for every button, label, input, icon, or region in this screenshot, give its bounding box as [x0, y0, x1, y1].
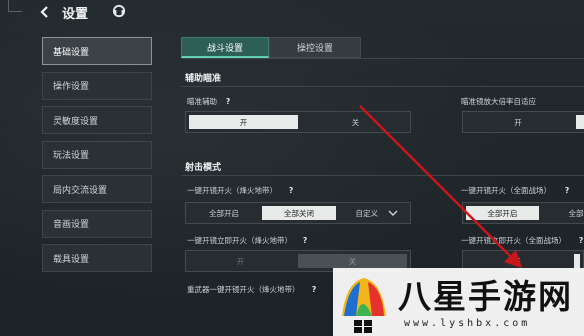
one-key-fire-beacon-selector: 全部开启 全部关闭 自定义 — [185, 202, 411, 224]
tab-label: 战斗设置 — [206, 43, 243, 54]
page-title: 设置 — [62, 7, 89, 22]
sidebar-item-label: 局内交流设置 — [53, 185, 108, 196]
chevron-left-icon — [40, 6, 48, 18]
support-button[interactable] — [112, 4, 126, 18]
aim-assist-off-option[interactable]: 关 — [301, 112, 410, 132]
section-divider — [181, 175, 584, 176]
one-key-fire-full-selector: 全部开启 全部关 — [462, 202, 584, 224]
settings-sidebar: 基础设置 操作设置 灵敏度设置 玩法设置 局内交流设置 音画设置 载具设置 — [42, 37, 152, 279]
sidebar-item-audio-video[interactable]: 音画设置 — [42, 209, 152, 238]
watermark-logo-icon — [342, 278, 386, 333]
scope-adapt-off-option[interactable] — [576, 115, 584, 129]
headset-icon — [112, 4, 126, 18]
back-button[interactable] — [38, 5, 52, 19]
section-divider — [181, 86, 584, 87]
sidebar-item-gameplay[interactable]: 玩法设置 — [42, 140, 152, 169]
sidebar-item-label: 基础设置 — [53, 47, 90, 58]
help-icon[interactable]: ? — [223, 96, 233, 106]
sidebar-item-label: 灵敏度设置 — [53, 116, 99, 127]
option-custom[interactable]: 自定义 — [336, 203, 379, 223]
scope-adapt-on-option[interactable]: 开 — [463, 112, 573, 132]
instant-fire-beacon-label: 一键开镜立即开火（烽火地带） — [187, 236, 292, 245]
sidebar-item-communication[interactable]: 局内交流设置 — [42, 175, 152, 203]
corner-decoration — [8, 0, 22, 12]
sidebar-item-vehicle[interactable]: 载具设置 — [42, 244, 152, 272]
instant-fire-off-option[interactable]: 关 — [298, 254, 407, 268]
tab-label: 操控设置 — [296, 44, 333, 54]
sidebar-item-basic[interactable]: 基础设置 — [42, 37, 152, 65]
watermark-brand: 八星手游网 — [398, 277, 573, 316]
aim-assist-label: 瞄准辅助 — [187, 97, 217, 106]
tab-combat[interactable]: 战斗设置 — [181, 37, 269, 58]
option-all-on[interactable]: 全部开启 — [186, 203, 262, 223]
sidebar-item-label: 玩法设置 — [53, 151, 90, 161]
instant-fire-full-off-option[interactable] — [574, 254, 580, 268]
section-title-fire: 射击模式 — [185, 163, 222, 173]
sidebar-item-label: 载具设置 — [53, 254, 90, 265]
scope-adapt-label: 瞄准镜放大倍率自适应 — [461, 97, 536, 106]
sidebar-item-label: 音画设置 — [53, 220, 90, 230]
help-icon[interactable]: ? — [286, 185, 296, 195]
instant-fire-on-option[interactable]: 开 — [186, 251, 295, 271]
one-key-fire-beacon-label: 一键开镜开火（烽火地带） — [187, 186, 277, 195]
sidebar-item-controls[interactable]: 操作设置 — [42, 71, 152, 100]
option-all-off[interactable]: 全部关闭 — [262, 206, 336, 220]
option-all-off[interactable]: 全部关 — [539, 203, 584, 223]
help-icon[interactable]: ? — [309, 284, 319, 294]
tabs-divider — [181, 58, 584, 59]
header-bar: 设置 — [0, 0, 584, 26]
instant-fire-full-label: 一键开镜立即开火（全面战场） — [461, 236, 566, 245]
option-all-on[interactable]: 全部开启 — [466, 206, 539, 220]
help-icon[interactable]: ? — [562, 185, 572, 195]
scope-adapt-toggle: 开 — [462, 111, 584, 133]
aim-assist-toggle: 开 关 — [185, 111, 411, 133]
help-icon[interactable]: ? — [300, 235, 310, 245]
help-icon[interactable]: ? — [576, 235, 584, 245]
tab-handling[interactable]: 操控设置 — [269, 37, 361, 58]
watermark-url: www.lyshbx.com — [404, 318, 531, 329]
settings-tabs: 战斗设置 操控设置 — [181, 37, 361, 58]
section-title-aim: 辅助瞄准 — [185, 74, 222, 84]
sidebar-item-label: 操作设置 — [53, 82, 90, 92]
sidebar-item-sensitivity[interactable]: 灵敏度设置 — [42, 106, 152, 134]
heavy-weapon-beacon-label: 重武器一键开镜开火（烽火地带） — [187, 285, 300, 294]
dropdown-button[interactable] — [378, 203, 408, 223]
one-key-fire-full-label: 一键开镜开火（全面战场） — [461, 186, 551, 195]
aim-assist-on-option[interactable]: 开 — [189, 115, 298, 129]
chevron-down-icon — [388, 210, 398, 216]
